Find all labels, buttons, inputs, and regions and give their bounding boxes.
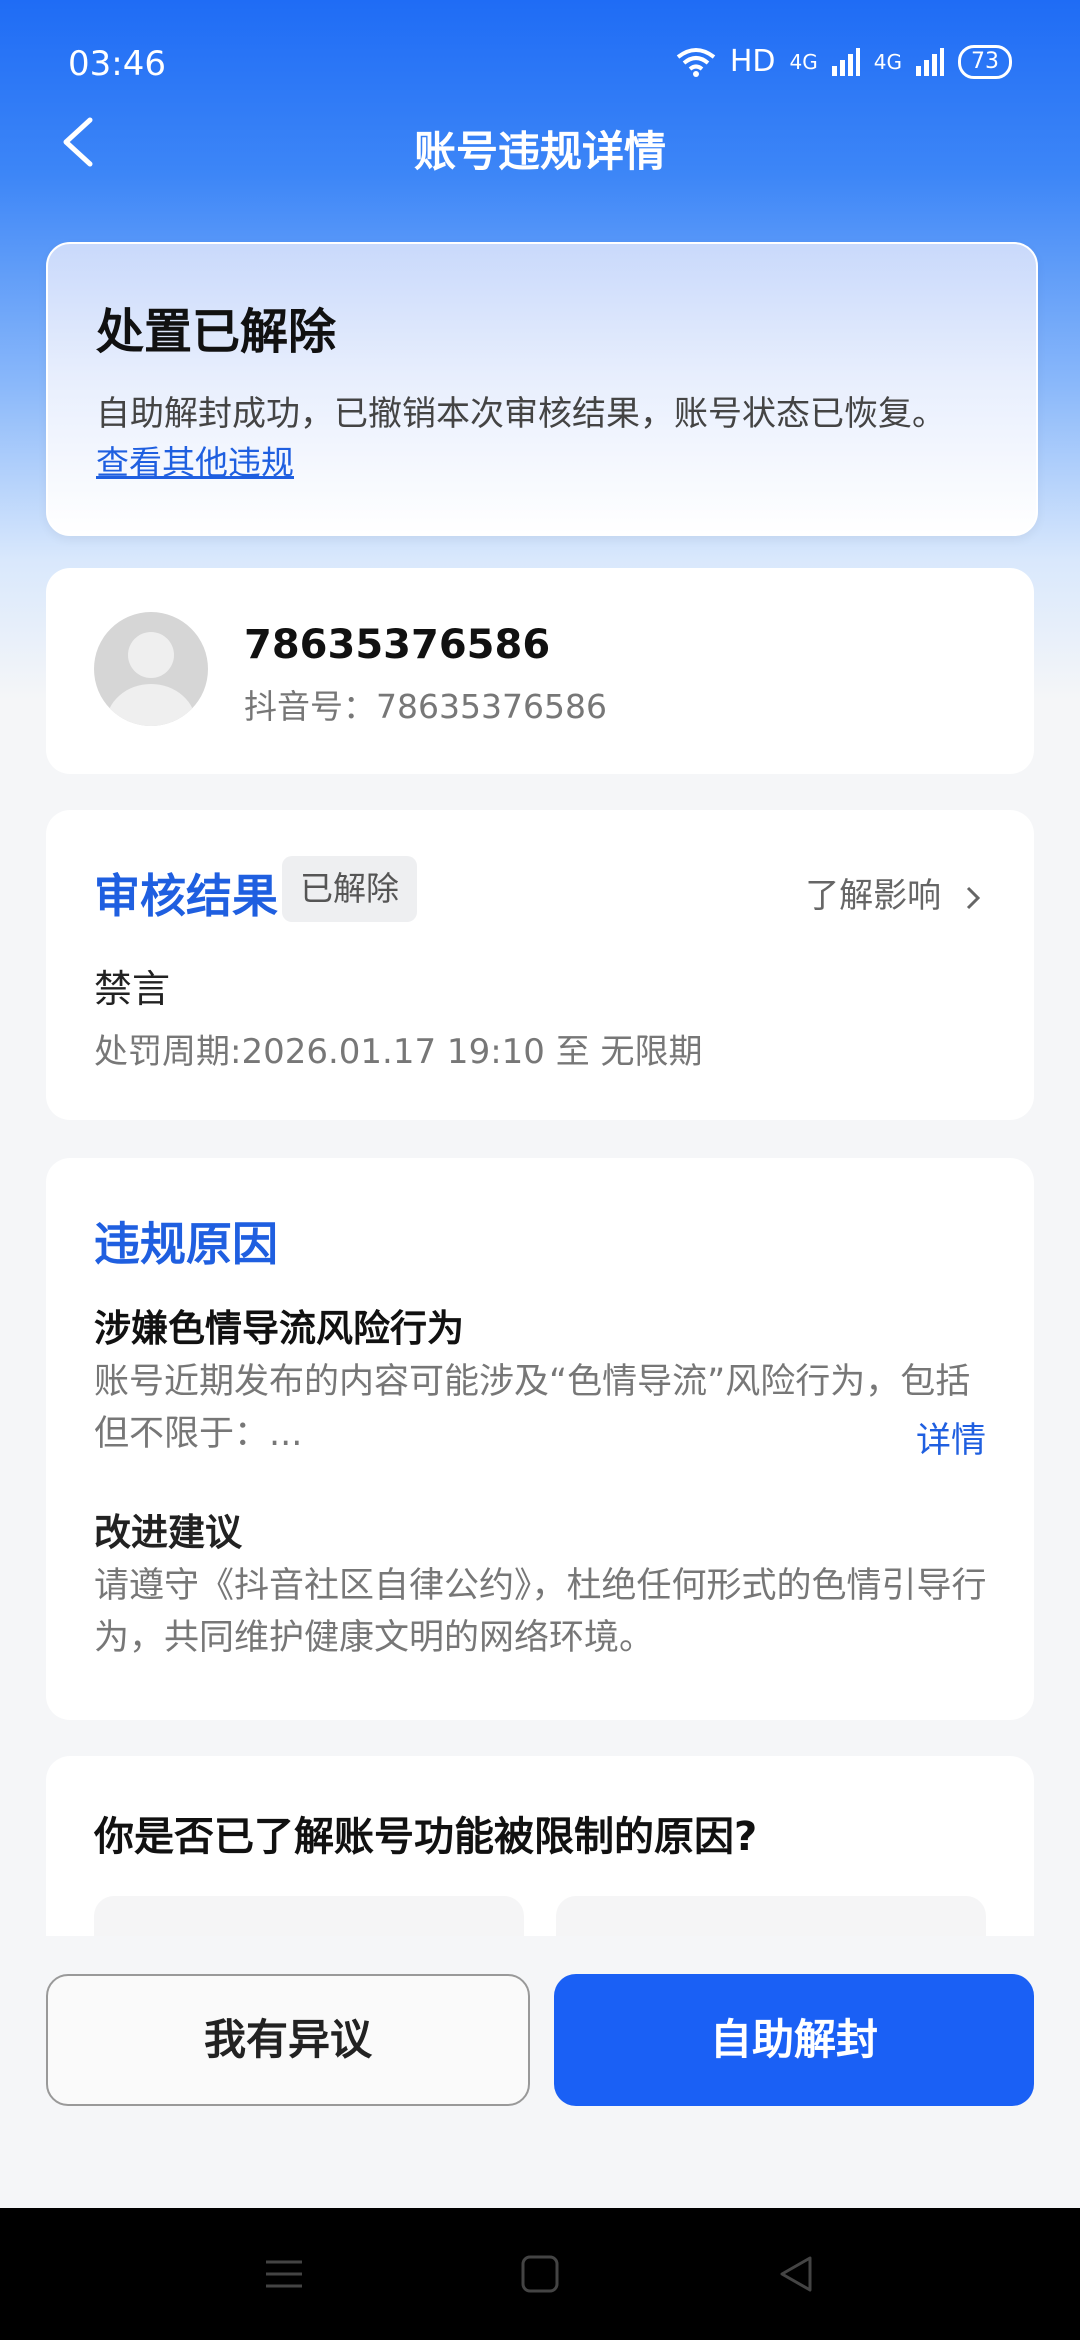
signal-icon xyxy=(831,47,860,76)
account-name: 78635376586 xyxy=(244,622,551,668)
status-badge: 已解除 xyxy=(282,856,417,922)
review-result-card: 审核结果 已解除 了解影响 禁言 处罚周期:2026.01.17 19:10 至… xyxy=(46,810,1034,1120)
feedback-question-card: 你是否已了解账号功能被限制的原因? xyxy=(46,1756,1034,1936)
status-title: 处置已解除 xyxy=(96,304,337,360)
signal-4g-1: 4G xyxy=(789,49,818,74)
wifi-icon xyxy=(676,47,716,77)
signal-4g-2: 4G xyxy=(873,49,902,74)
penalty-type: 禁言 xyxy=(94,967,171,1011)
douyin-id: 抖音号：78635376586 xyxy=(244,687,607,726)
feedback-option-1[interactable] xyxy=(94,1896,524,1936)
review-result-title: 审核结果 xyxy=(94,869,278,923)
objection-button[interactable]: 我有异议 xyxy=(46,1974,530,2106)
view-other-violations-link[interactable]: 查看其他违规 xyxy=(96,436,294,484)
system-nav-bar xyxy=(0,2208,1080,2340)
signal-icon-2 xyxy=(916,47,944,76)
status-time: 03:46 xyxy=(68,44,166,84)
avatar xyxy=(94,612,208,726)
back-nav-icon[interactable] xyxy=(774,2252,818,2296)
detail-link[interactable]: 详情 xyxy=(916,1412,986,1463)
advice-title: 改进建议 xyxy=(94,1511,242,1554)
advice-text: 请遵守《抖音社区自律公约》，杜绝任何形式的色情引导行为，共同维护健康文明的网络环… xyxy=(94,1566,987,1658)
chevron-right-icon xyxy=(966,886,981,909)
network-type: HD xyxy=(729,44,776,79)
penalty-period: 处罚周期:2026.01.17 19:10 至 无限期 xyxy=(94,1032,703,1072)
violation-description: 账号近期发布的内容可能涉及“色情导流”风险行为，包括但不限于：... xyxy=(94,1362,971,1454)
learn-impact-label: 了解影响 xyxy=(805,876,942,916)
nav-bar: 账号违规详情 xyxy=(0,100,1080,190)
self-unban-button[interactable]: 自助解封 xyxy=(554,1974,1034,2106)
menu-icon[interactable] xyxy=(262,2252,306,2296)
bottom-action-bar: 我有异议 自助解封 xyxy=(0,1936,1080,2208)
feedback-question: 你是否已了解账号功能被限制的原因? xyxy=(94,1814,758,1860)
status-icons: HD 4G 4G 73 xyxy=(676,44,1012,79)
status-card: 处置已解除 自助解封成功，已撤销本次审核结果，账号状态已恢复。 查看其他违规 xyxy=(46,242,1038,536)
page-title: 账号违规详情 xyxy=(413,127,666,176)
account-card: 78635376586 抖音号：78635376586 xyxy=(46,568,1034,774)
violation-reason-card: 违规原因 涉嫌色情导流风险行为 账号近期发布的内容可能涉及“色情导流”风险行为，… xyxy=(46,1158,1034,1720)
violation-reason-title: 违规原因 xyxy=(94,1217,278,1271)
battery-indicator: 73 xyxy=(958,44,1012,79)
home-icon[interactable] xyxy=(518,2252,562,2296)
status-description: 自助解封成功，已撤销本次审核结果，账号状态已恢复。 xyxy=(96,394,946,434)
learn-impact-link[interactable]: 了解影响 xyxy=(805,868,986,917)
violation-subtitle: 涉嫌色情导流风险行为 xyxy=(94,1307,464,1350)
feedback-option-2[interactable] xyxy=(556,1896,986,1936)
